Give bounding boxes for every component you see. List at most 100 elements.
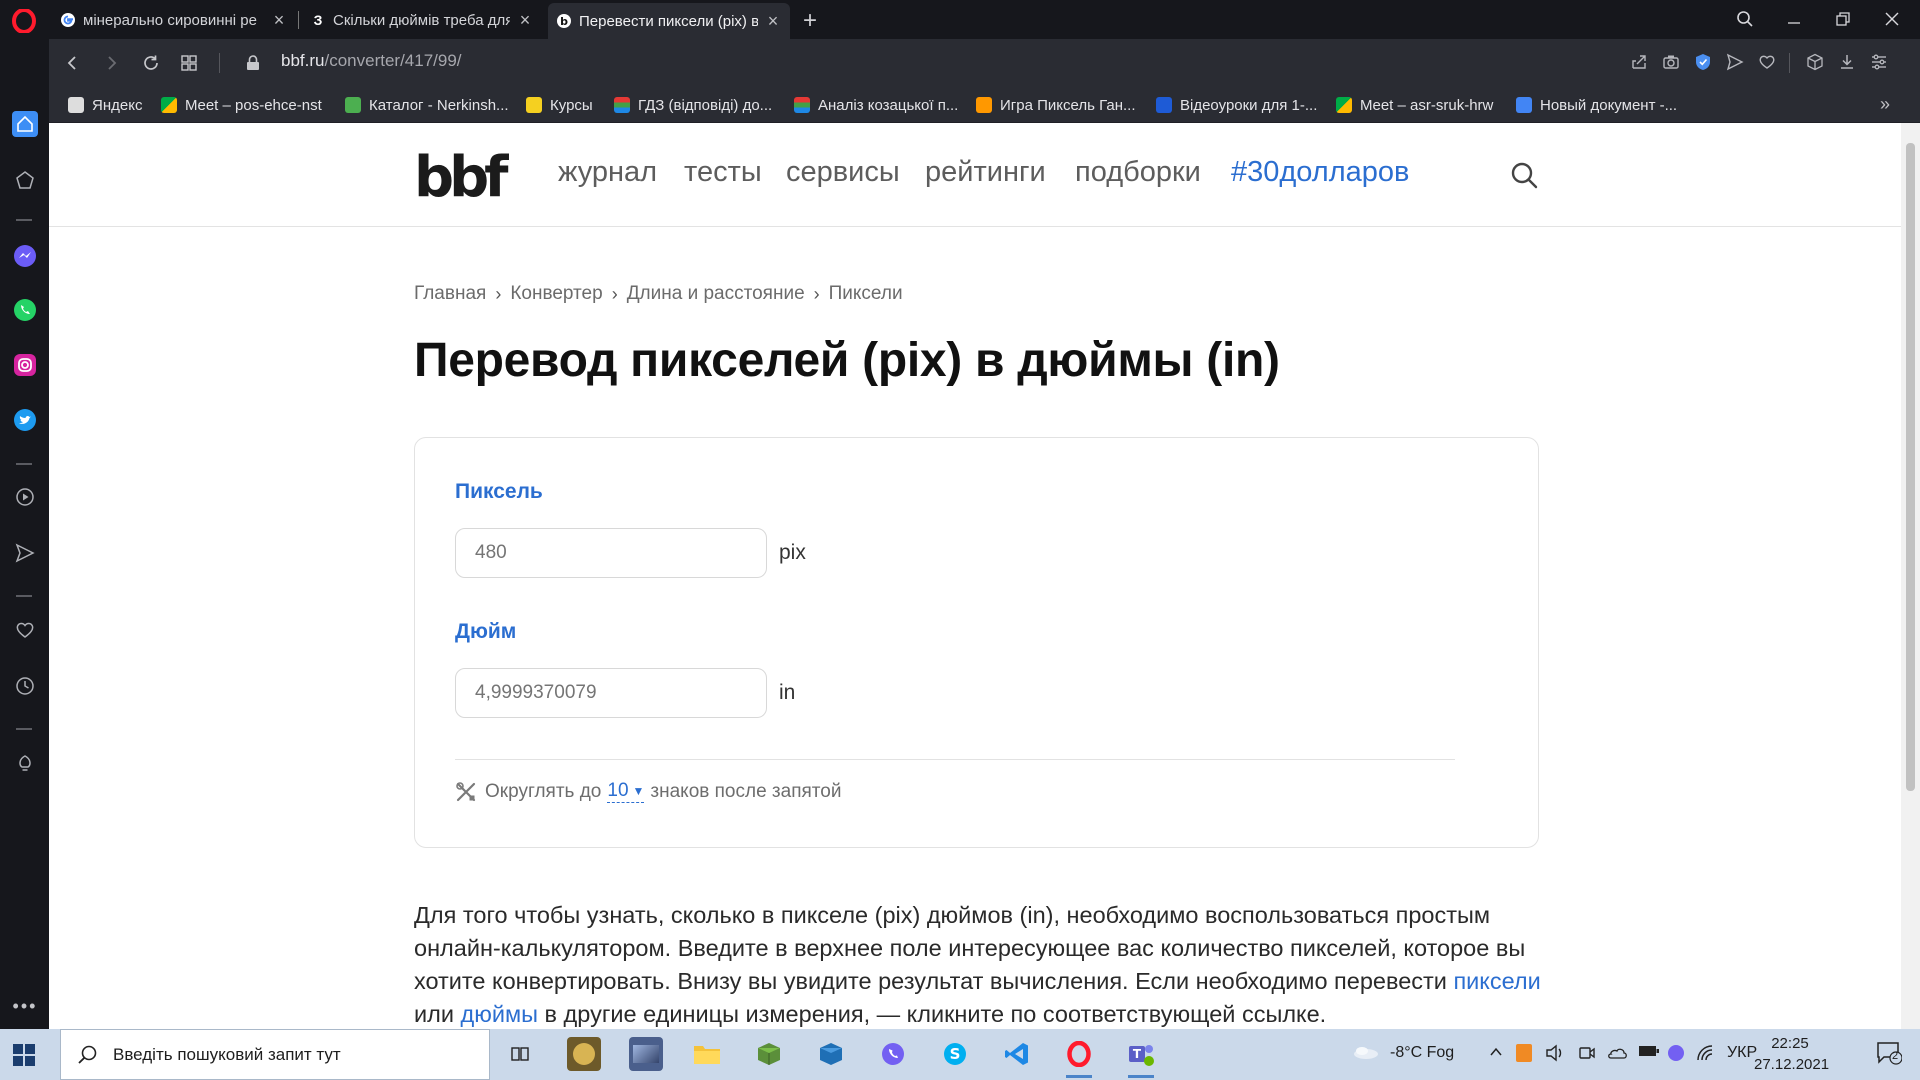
viber-icon[interactable] — [876, 1037, 910, 1071]
sidebar-more-icon[interactable]: ••• — [12, 993, 38, 1019]
skype-icon[interactable]: S — [938, 1037, 972, 1071]
lock-icon[interactable] — [241, 51, 265, 75]
tab-inches[interactable]: З Скільки дюймів треба для × — [302, 5, 542, 35]
bookmark-courses[interactable]: Курсы — [526, 94, 593, 116]
nav-30dollars[interactable]: #30долларов — [1231, 156, 1409, 189]
virtualbox-icon[interactable] — [814, 1037, 848, 1071]
back-icon[interactable] — [61, 51, 85, 75]
breadcrumb-pixels[interactable]: Пиксели — [829, 283, 903, 305]
bookmark-gdz[interactable]: ГДЗ (відповіді) до... — [614, 94, 772, 116]
heart-icon[interactable] — [1757, 52, 1777, 72]
nav-journal[interactable]: журнал — [558, 156, 657, 189]
bookmark-yandex[interactable]: Яндекс — [68, 94, 142, 116]
bookmarks-more-icon[interactable]: » — [1880, 94, 1890, 115]
tab-bbf-active[interactable]: b Перевести пиксели (pix) в × — [548, 3, 790, 39]
home-icon[interactable] — [12, 111, 38, 137]
reload-icon[interactable] — [139, 51, 163, 75]
tools-icon — [456, 781, 476, 801]
page-title: Перевод пикселей (pix) в дюймы (in) — [414, 334, 1280, 387]
bbf-logo[interactable]: bbf — [414, 150, 509, 206]
pixels-link[interactable]: пиксели — [1453, 968, 1540, 994]
whatsapp-icon[interactable] — [12, 297, 38, 323]
notifications-icon[interactable]: 2 — [1876, 1041, 1903, 1070]
app-tray-icon[interactable] — [1516, 1044, 1532, 1062]
sidebar-separator — [16, 728, 32, 730]
system-clock[interactable]: 22:25 27.12.2021 — [1754, 1033, 1829, 1075]
close-window-icon[interactable] — [1877, 6, 1907, 32]
vpn-shield-icon[interactable] — [1693, 52, 1713, 72]
bookmark-catalog[interactable]: Каталог - Nerkinsh... — [345, 94, 509, 116]
bookmark-meet-2[interactable]: Meet – asr-sruk-hrw — [1336, 94, 1493, 116]
inches-link[interactable]: дюймы — [461, 1001, 539, 1027]
speed-dial-icon[interactable] — [177, 51, 201, 75]
weather-widget[interactable]: -8°C Fog — [1352, 1044, 1454, 1062]
taskbar-search[interactable]: Введіть пошуковий запит тут — [60, 1029, 490, 1080]
tab-close-icon[interactable]: × — [764, 12, 782, 30]
tab-title: Перевести пиксели (pix) в — [579, 12, 758, 30]
crypto-wallet-icon[interactable] — [12, 167, 38, 193]
windows-start-icon[interactable] — [12, 1043, 36, 1067]
tips-bulb-icon[interactable] — [12, 750, 38, 776]
rounding-select[interactable]: 10 ▼ — [607, 780, 645, 803]
chevron-up-icon[interactable] — [1488, 1044, 1504, 1065]
url-field[interactable]: bbf.ru/converter/417/99/ — [281, 51, 462, 71]
forward-icon[interactable] — [99, 51, 123, 75]
restore-icon[interactable] — [1828, 6, 1858, 32]
share-icon[interactable] — [1629, 52, 1649, 72]
task-view-icon[interactable] — [503, 1037, 537, 1071]
player-icon[interactable] — [12, 484, 38, 510]
bookmark-meet-1[interactable]: Meet – pos-ehce-nst — [161, 94, 322, 116]
photo-app-icon[interactable] — [629, 1037, 663, 1071]
send-icon[interactable] — [1725, 52, 1745, 72]
twitter-icon[interactable] — [12, 407, 38, 433]
opera-taskbar-icon[interactable] — [1062, 1037, 1096, 1078]
teams-icon[interactable]: T — [1124, 1037, 1158, 1078]
download-icon[interactable] — [1837, 52, 1857, 72]
meet-now-icon[interactable] — [1578, 1044, 1596, 1067]
bookmark-new-doc[interactable]: Новый документ -... — [1516, 94, 1677, 116]
snapshot-icon[interactable] — [1661, 52, 1681, 72]
easy-setup-icon[interactable] — [1869, 52, 1889, 72]
breadcrumb-home[interactable]: Главная — [414, 283, 486, 305]
tab-close-icon[interactable]: × — [270, 11, 288, 29]
page-scrollbar[interactable] — [1901, 123, 1920, 1029]
tab-close-icon[interactable]: × — [516, 11, 534, 29]
nav-services[interactable]: сервисы — [786, 156, 900, 189]
breadcrumb-converter[interactable]: Конвертер — [510, 283, 602, 305]
search-tabs-icon[interactable] — [1730, 6, 1760, 32]
tab-title: Скільки дюймів треба для — [333, 11, 510, 29]
description-paragraph: Для того чтобы узнать, сколько в пикселе… — [414, 899, 1544, 1029]
nav-collections[interactable]: подборки — [1075, 156, 1201, 189]
bookmark-analysis[interactable]: Аналіз козацької п... — [794, 94, 958, 116]
my-flow-icon[interactable] — [12, 540, 38, 566]
volume-icon[interactable] — [1545, 1044, 1565, 1067]
inch-input[interactable] — [455, 668, 767, 718]
instagram-icon[interactable] — [12, 352, 38, 378]
wifi-icon[interactable] — [1696, 1044, 1716, 1067]
search-icon[interactable] — [1510, 161, 1538, 189]
scrollbar-thumb[interactable] — [1906, 143, 1915, 791]
bookmarks-heart-icon[interactable] — [12, 617, 38, 643]
messenger-icon[interactable] — [12, 243, 38, 269]
tab-mineral[interactable]: мінерально сировинні ре × — [52, 5, 296, 35]
bookmark-pixel-game[interactable]: Игра Пиксель Ган... — [976, 94, 1135, 116]
history-clock-icon[interactable] — [12, 673, 38, 699]
nav-tests[interactable]: тесты — [684, 156, 762, 189]
books-icon — [794, 97, 810, 113]
extensions-cube-icon[interactable] — [1805, 52, 1825, 72]
bookmark-video-lessons[interactable]: Відеоуроки для 1-... — [1156, 94, 1317, 116]
onedrive-icon[interactable] — [1606, 1044, 1628, 1065]
vscode-icon[interactable] — [1000, 1037, 1034, 1071]
language-indicator[interactable]: УКР — [1727, 1044, 1757, 1062]
game-app-icon[interactable] — [567, 1037, 601, 1071]
pixel-input[interactable] — [455, 528, 767, 578]
new-tab-icon[interactable]: + — [798, 7, 822, 35]
viber-tray-icon[interactable] — [1667, 1044, 1685, 1067]
breadcrumb-length[interactable]: Длина и расстояние — [627, 283, 805, 305]
nav-ratings[interactable]: рейтинги — [925, 156, 1046, 189]
minimize-icon[interactable] — [1779, 6, 1809, 32]
file-explorer-icon[interactable] — [690, 1037, 724, 1071]
minecraft-icon[interactable] — [752, 1037, 786, 1071]
battery-icon[interactable] — [1638, 1044, 1660, 1063]
opera-logo-icon[interactable] — [12, 9, 36, 33]
